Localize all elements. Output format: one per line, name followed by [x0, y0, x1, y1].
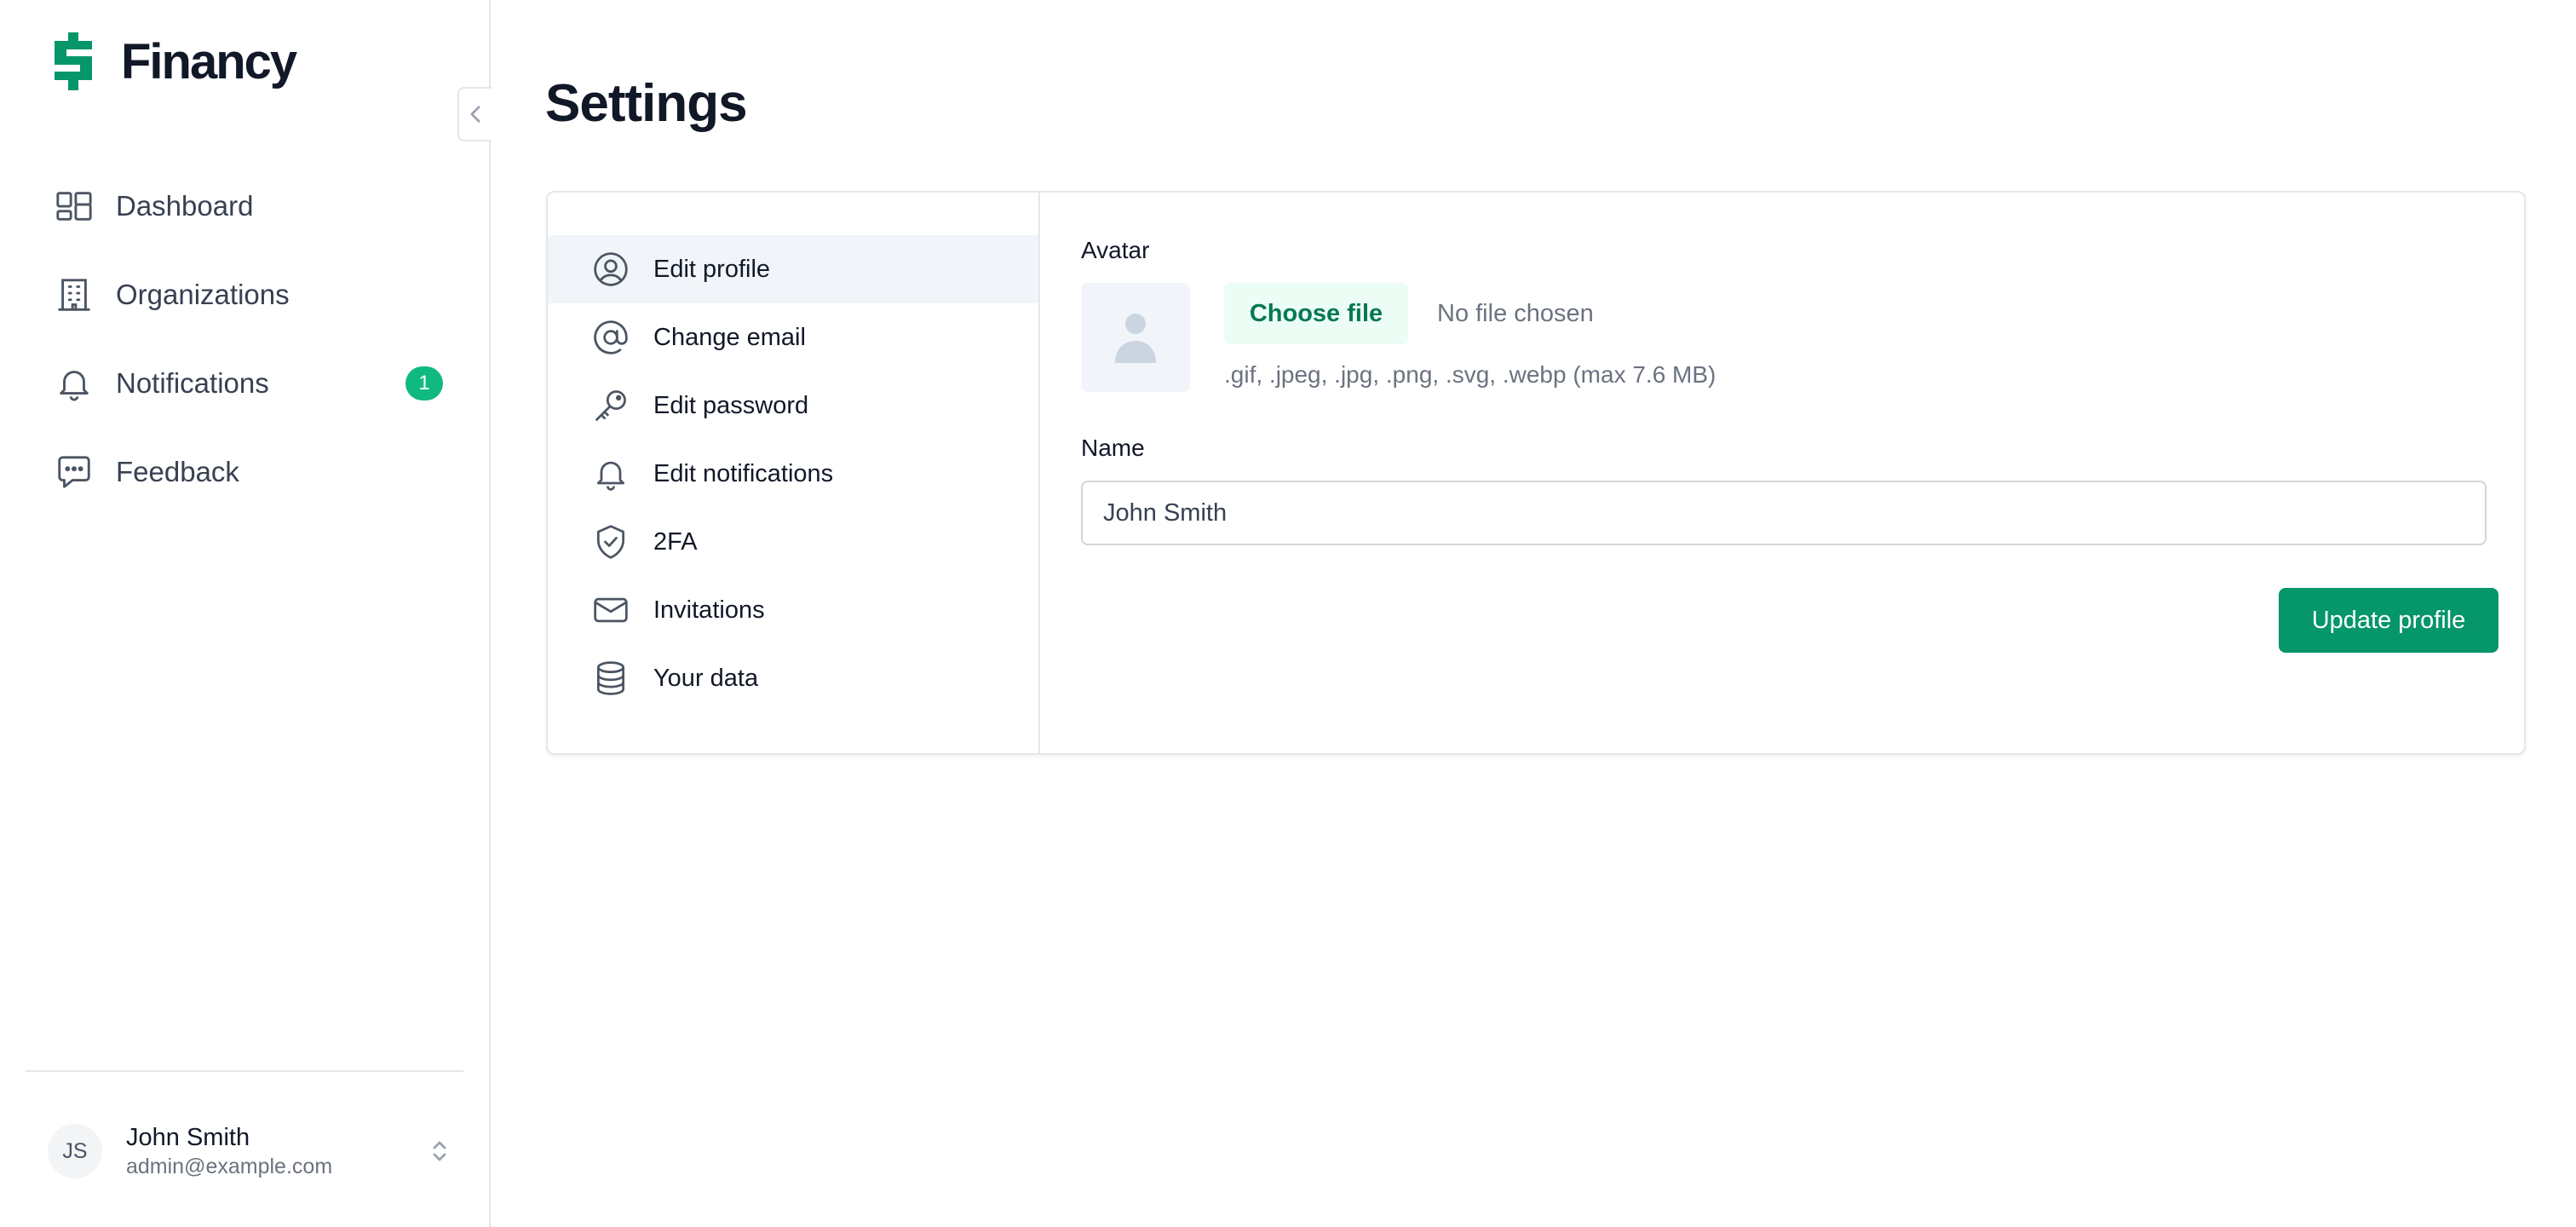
file-status-text: No file chosen — [1437, 300, 1594, 327]
logo[interactable]: Financy — [49, 32, 297, 90]
building-icon — [55, 275, 94, 314]
bell-icon — [596, 461, 625, 491]
at-sign-icon — [594, 320, 628, 354]
settings-item-edit-profile[interactable]: Edit profile — [548, 235, 1038, 303]
key-icon — [595, 390, 626, 421]
bell-icon — [55, 364, 94, 403]
user-email: admin@example.com — [126, 1155, 333, 1178]
settings-item-label: Edit profile — [653, 255, 771, 283]
sidebar: Financy Dashboard Organizations Notifica… — [0, 0, 492, 1227]
settings-item-2fa[interactable]: 2FA — [548, 508, 1038, 576]
sidebar-item-notifications[interactable]: Notifications 1 — [55, 339, 443, 428]
user-placeholder-icon — [1115, 314, 1156, 363]
sidebar-item-dashboard[interactable]: Dashboard — [55, 162, 443, 251]
shield-check-icon — [596, 525, 625, 559]
user-menu[interactable]: JS John Smith admin@example.com — [48, 1123, 448, 1179]
settings-item-your-data[interactable]: Your data — [548, 644, 1038, 712]
divider — [26, 1070, 463, 1072]
brand-name: Financy — [121, 33, 297, 89]
file-type-hint: .gif, .jpeg, .jpg, .png, .svg, .webp (ma… — [1224, 361, 1716, 388]
settings-card: Edit profile Change email Edit password … — [546, 191, 2526, 755]
user-name: John Smith — [126, 1124, 250, 1151]
settings-item-label: Invitations — [653, 596, 765, 624]
choose-file-button[interactable]: Choose file — [1224, 283, 1408, 344]
chevron-left-icon — [470, 106, 480, 123]
avatar-label: Avatar — [1081, 237, 1150, 263]
sidebar-item-label: Organizations — [116, 279, 290, 310]
envelope-icon — [594, 597, 628, 623]
chat-bubble-icon — [55, 452, 94, 492]
dollar-logo-icon — [55, 32, 92, 90]
name-label: Name — [1081, 435, 1145, 461]
settings-menu: Edit profile Change email Edit password … — [548, 193, 1040, 753]
settings-item-label: 2FA — [653, 527, 698, 556]
main-nav: Dashboard Organizations Notifications 1 … — [55, 162, 443, 516]
user-info: John Smith admin@example.com — [126, 1122, 332, 1180]
sidebar-item-feedback[interactable]: Feedback — [55, 428, 443, 516]
edit-profile-form: Avatar Choose file No file chosen .gif, … — [1040, 193, 2524, 753]
settings-item-edit-password[interactable]: Edit password — [548, 372, 1038, 440]
name-input[interactable] — [1081, 481, 2487, 545]
sidebar-item-label: Feedback — [116, 456, 239, 487]
collapse-sidebar-button[interactable] — [457, 87, 492, 141]
settings-item-invitations[interactable]: Invitations — [548, 576, 1038, 644]
sidebar-item-label: Dashboard — [116, 190, 254, 222]
database-icon — [596, 661, 625, 695]
sidebar-item-label: Notifications — [116, 367, 269, 399]
avatar-preview — [1081, 283, 1190, 392]
app-root: Financy Dashboard Organizations Notifica… — [0, 0, 2576, 1227]
page-title: Settings — [545, 74, 748, 133]
chevron-up-down-icon — [433, 1141, 446, 1161]
settings-item-change-email[interactable]: Change email — [548, 303, 1038, 372]
dashboard-icon — [55, 187, 94, 226]
settings-item-label: Edit notifications — [653, 459, 834, 487]
notification-count-badge: 1 — [405, 366, 443, 400]
update-profile-button[interactable]: Update profile — [2279, 588, 2498, 653]
settings-item-label: Your data — [653, 664, 759, 692]
avatar: JS — [48, 1124, 102, 1178]
settings-item-edit-notifications[interactable]: Edit notifications — [548, 440, 1038, 508]
user-circle-icon — [594, 252, 628, 286]
sidebar-item-organizations[interactable]: Organizations — [55, 251, 443, 339]
settings-item-label: Change email — [653, 323, 806, 351]
settings-item-label: Edit password — [653, 391, 809, 419]
